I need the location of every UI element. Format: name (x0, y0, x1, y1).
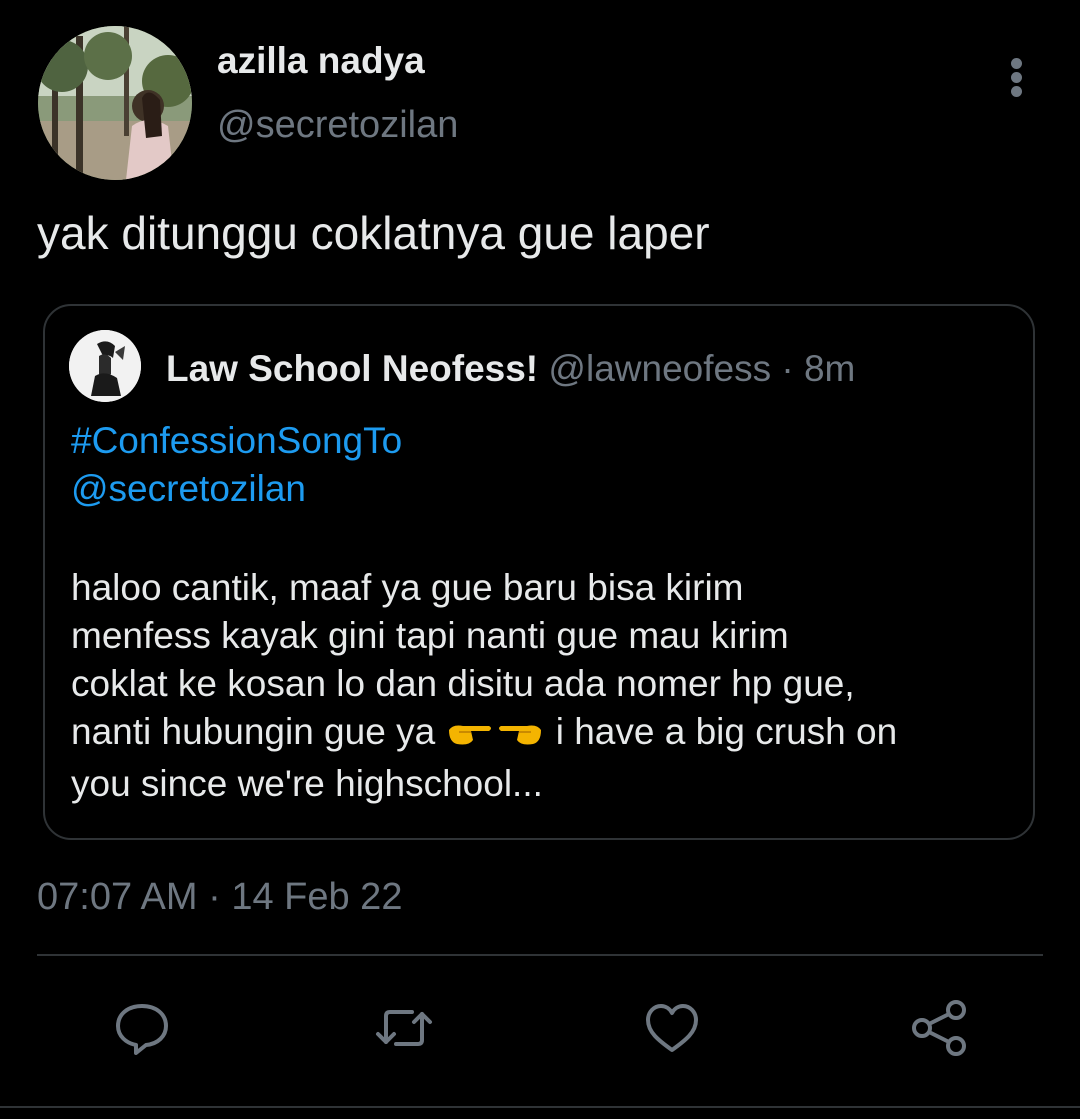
author-display-name[interactable]: azilla nadya (217, 40, 425, 82)
quoted-author-name[interactable]: Law School Neofess! (166, 348, 538, 389)
share-icon[interactable] (908, 996, 972, 1060)
quoted-author-avatar[interactable] (69, 330, 141, 402)
divider (37, 954, 1043, 956)
quoted-line: menfess kayak gini tapi nanti gue mau ki… (71, 615, 789, 656)
mention-link[interactable]: @secretozilan (71, 468, 306, 510)
quoted-line-emoji: nanti hubungin gue ya i have a big crush… (71, 708, 1011, 760)
pointing-left-emoji (495, 712, 545, 760)
quoted-time: 8m (803, 348, 856, 389)
quoted-line: haloo cantik, maaf ya gue baru bisa kiri… (71, 567, 744, 608)
author-handle[interactable]: @secretozilan (217, 104, 458, 147)
more-dot (1011, 58, 1022, 69)
reply-bubble-icon[interactable] (110, 996, 174, 1060)
tweet: azilla nadya @secretozilan yak ditunggu … (0, 0, 1080, 1119)
quoted-header: Law School Neofess! @lawneofess · 8m (166, 348, 855, 390)
more-dot (1011, 72, 1022, 83)
more-vertical-icon[interactable] (996, 54, 1040, 98)
more-dot (1011, 86, 1022, 97)
quoted-text: haloo cantik, maaf ya gue baru bisa kiri… (71, 564, 1011, 808)
hashtag-link[interactable]: #ConfessionSongTo (71, 420, 402, 462)
quoted-line: you since we're highschool... (71, 763, 543, 804)
tweet-text: yak ditunggu coklatnya gue laper (37, 207, 710, 259)
quoted-author-handle[interactable]: @lawneofess (548, 348, 771, 389)
author-avatar[interactable] (38, 26, 192, 180)
pointing-right-emoji (445, 712, 495, 760)
bottom-divider (0, 1106, 1080, 1108)
tweet-timestamp[interactable]: 07:07 AM · 14 Feb 22 (37, 876, 402, 919)
quoted-tweet[interactable]: Law School Neofess! @lawneofess · 8m #Co… (43, 304, 1035, 840)
quoted-separator: · (781, 348, 794, 389)
quoted-line-part: i have a big crush on (555, 711, 898, 752)
quoted-line: coklat ke kosan lo dan disitu ada nomer … (71, 663, 855, 704)
heart-icon[interactable] (640, 996, 704, 1060)
quoted-line-part: nanti hubungin gue ya (71, 711, 436, 752)
retweet-icon[interactable] (372, 996, 436, 1060)
